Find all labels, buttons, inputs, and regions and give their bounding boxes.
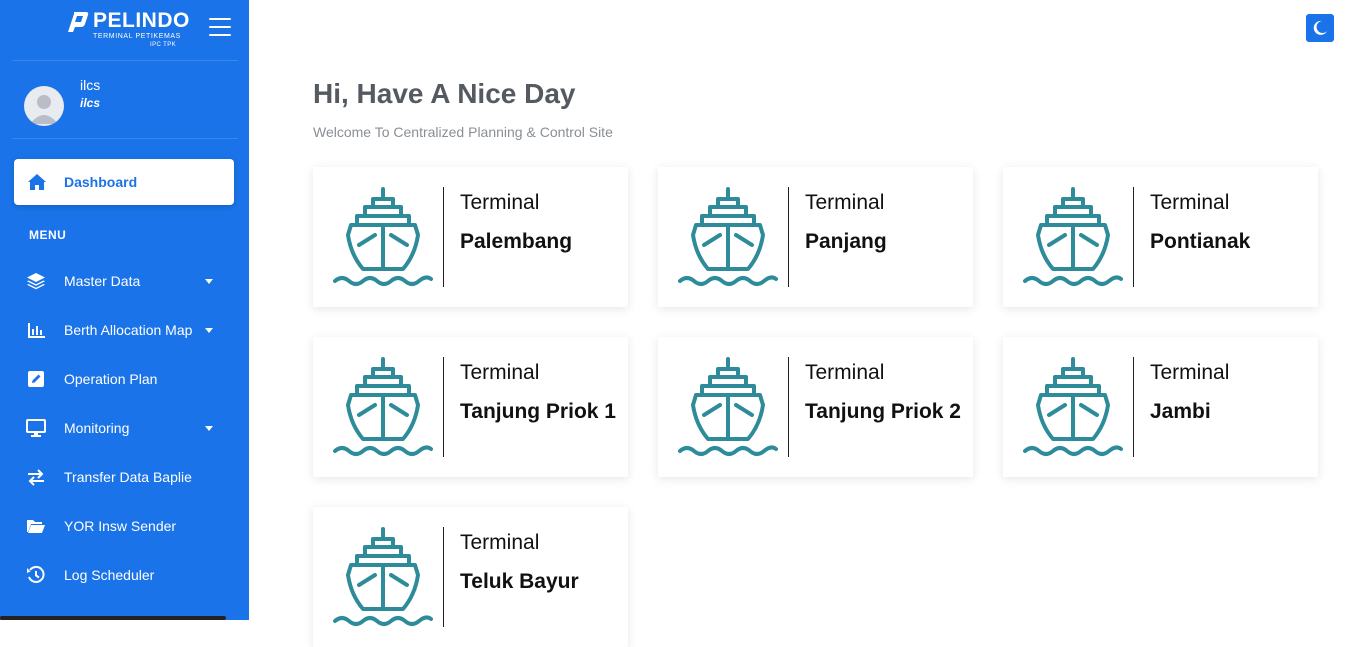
terminal-label: Terminal — [1150, 191, 1230, 214]
sidebar-item-master-data[interactable]: Master Data — [14, 261, 234, 301]
bar-chart-icon — [28, 323, 45, 338]
terminal-card-tanjung-priok-1[interactable]: Terminal Tanjung Priok 1 — [313, 337, 628, 477]
sidebar-item-operation-plan[interactable]: Operation Plan — [14, 359, 234, 399]
exchange-icon — [28, 469, 44, 486]
ship-icon — [1023, 357, 1123, 457]
ship-icon — [333, 527, 433, 627]
home-icon — [28, 174, 46, 190]
card-divider — [1133, 187, 1134, 287]
theme-toggle-button[interactable] — [1306, 14, 1334, 42]
sidebar-item-label: Master Data — [64, 273, 141, 289]
sidebar-item-label: Log Scheduler — [64, 567, 155, 583]
divider — [12, 60, 238, 61]
sidebar-item-dashboard[interactable]: Dashboard — [14, 159, 234, 205]
user-name: ilcs — [80, 77, 101, 93]
ship-icon — [678, 187, 778, 287]
terminal-card-jambi[interactable]: Terminal Jambi — [1003, 337, 1318, 477]
page-subtitle: Welcome To Centralized Planning & Contro… — [313, 124, 613, 140]
terminal-name: Panjang — [805, 230, 887, 253]
card-divider — [443, 527, 444, 627]
pelindo-logo-icon — [68, 12, 89, 32]
terminal-card-pontianak[interactable]: Terminal Pontianak — [1003, 167, 1318, 307]
sidebar-item-label: Operation Plan — [64, 371, 158, 387]
terminal-name: Tanjung Priok 2 — [805, 400, 961, 423]
terminal-name: Jambi — [1150, 400, 1211, 423]
terminal-name: Teluk Bayur — [460, 570, 579, 593]
caret-down-icon — [205, 279, 213, 284]
caret-down-icon — [205, 426, 213, 431]
terminal-label: Terminal — [460, 531, 540, 554]
terminal-name: Pontianak — [1150, 230, 1251, 253]
ship-icon — [678, 357, 778, 457]
sidebar-item-monitoring[interactable]: Monitoring — [14, 408, 234, 448]
terminal-card-tanjung-priok-2[interactable]: Terminal Tanjung Priok 2 — [658, 337, 973, 477]
card-divider — [1133, 357, 1134, 457]
ship-icon — [333, 357, 433, 457]
brand-subtitle: TERMINAL PETIKEMAS — [93, 33, 181, 40]
card-divider — [788, 187, 789, 287]
user-avatar-icon — [30, 95, 58, 124]
folder-open-icon — [27, 520, 45, 533]
moon-icon — [1313, 20, 1327, 35]
terminal-label: Terminal — [460, 191, 540, 214]
history-icon — [27, 565, 45, 583]
sidebar-item-transfer-data-baplie[interactable]: Transfer Data Baplie — [14, 457, 234, 497]
card-divider — [443, 187, 444, 287]
sidebar-item-yor-insw-sender[interactable]: YOR Insw Sender — [14, 506, 234, 546]
terminal-name: Tanjung Priok 1 — [460, 400, 616, 423]
sidebar-item-berth-allocation-map[interactable]: Berth Allocation Map — [14, 310, 234, 350]
terminal-label: Terminal — [805, 361, 885, 384]
terminal-label: Terminal — [460, 361, 540, 384]
terminal-name: Palembang — [460, 230, 573, 253]
card-divider — [443, 357, 444, 457]
terminal-card-panjang[interactable]: Terminal Panjang — [658, 167, 973, 307]
sidebar-item-label: Monitoring — [64, 420, 130, 436]
page-title: Hi, Have A Nice Day — [313, 78, 576, 109]
avatar[interactable] — [24, 86, 64, 126]
monitor-icon — [26, 419, 46, 437]
ship-icon — [1023, 187, 1123, 287]
caret-down-icon — [205, 328, 213, 333]
edit-icon — [28, 371, 44, 387]
sidebar-item-label: Transfer Data Baplie — [64, 469, 192, 485]
hamburger-menu-icon[interactable] — [209, 18, 231, 38]
brand-subtitle-2: IPC TPK — [150, 42, 177, 48]
terminal-label: Terminal — [1150, 361, 1230, 384]
terminal-label: Terminal — [805, 191, 885, 214]
sidebar-item-label: Berth Allocation Map — [64, 322, 193, 338]
sidebar: PELINDO TERMINAL PETIKEMAS IPC TPK ilcs … — [0, 0, 249, 620]
menu-heading: MENU — [29, 228, 67, 242]
sidebar-item-label: YOR Insw Sender — [64, 518, 177, 534]
terminal-card-palembang[interactable]: Terminal Palembang — [313, 167, 628, 307]
brand-name: PELINDO — [93, 9, 190, 32]
sidebar-item-label: Dashboard — [64, 174, 138, 190]
terminal-card-teluk-bayur[interactable]: Terminal Teluk Bayur — [313, 507, 628, 647]
horizontal-scrollbar[interactable] — [0, 616, 226, 620]
user-role: ilcs — [80, 96, 101, 110]
sidebar-item-log-scheduler[interactable]: Log Scheduler — [14, 555, 234, 595]
brand-logo[interactable]: PELINDO TERMINAL PETIKEMAS IPC TPK — [66, 9, 196, 50]
divider — [12, 138, 238, 139]
ship-icon — [333, 187, 433, 287]
card-divider — [788, 357, 789, 457]
layers-icon — [27, 273, 45, 290]
